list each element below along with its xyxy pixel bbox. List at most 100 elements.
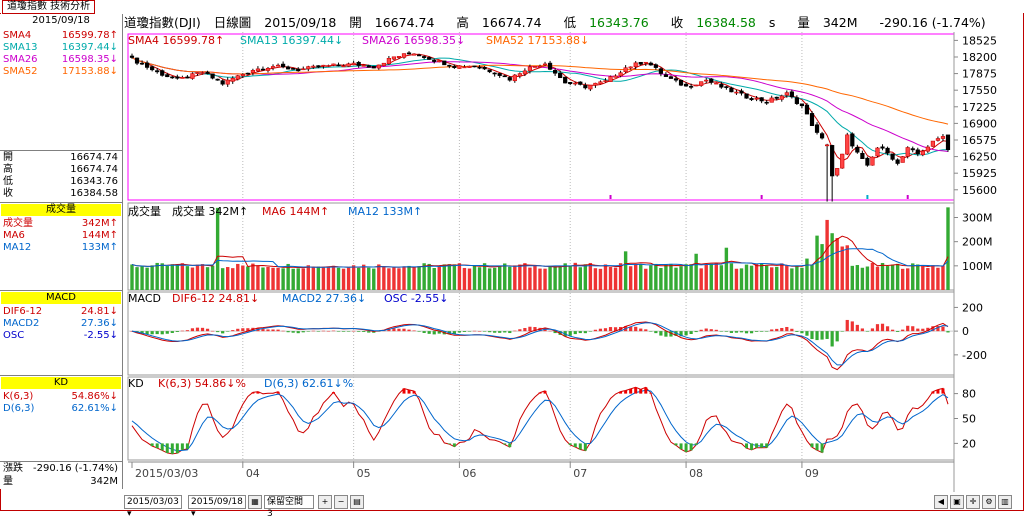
volume-bar bbox=[236, 263, 240, 290]
macd-osc-bar bbox=[885, 326, 890, 332]
candle-body bbox=[699, 81, 704, 86]
volume-bar bbox=[850, 265, 854, 290]
volume-bar bbox=[210, 265, 215, 290]
candle-body bbox=[316, 65, 321, 68]
volume-bar bbox=[548, 265, 552, 290]
volume-bar bbox=[367, 267, 371, 290]
left-info-panel: 2015/09/18 SMA4 16599.78↑ SMA13 16397.44↓ SM… bbox=[0, 14, 123, 489]
candle-body bbox=[704, 79, 709, 82]
close-value: 16384.58 bbox=[696, 15, 756, 30]
candle-body bbox=[381, 62, 386, 66]
vol-label: 量 bbox=[797, 15, 810, 30]
candle-body bbox=[799, 103, 805, 107]
candle-body bbox=[281, 63, 286, 68]
candle-body bbox=[205, 71, 210, 74]
candle-body bbox=[200, 72, 205, 74]
settings-icon[interactable]: ⚙ bbox=[982, 495, 996, 509]
macd-osc-bar bbox=[901, 329, 905, 332]
low-label: 低 bbox=[563, 15, 577, 30]
candle-body bbox=[487, 69, 492, 73]
volume-bar bbox=[417, 266, 421, 290]
ohlc-section: 開 16674.74 高 16674.74 低 16343.76 收 16384.58 bbox=[0, 151, 122, 203]
candle-body bbox=[250, 70, 255, 73]
candle-body bbox=[578, 81, 583, 85]
candle-body bbox=[774, 96, 779, 99]
x-tick-label: 2015/03/03 bbox=[135, 467, 198, 480]
event-marker bbox=[866, 195, 869, 199]
macd-osc-bar bbox=[739, 331, 744, 333]
macd-dif-label: DIF6-12 24.81↓ bbox=[172, 292, 260, 305]
select-tool-icon[interactable]: ▣ bbox=[950, 495, 964, 509]
macd-osc-bar bbox=[362, 331, 366, 332]
macd-ytick-label: 0 bbox=[962, 325, 969, 338]
candle-body bbox=[593, 82, 598, 86]
volume-section-title: 成交量 bbox=[1, 204, 121, 216]
reserve-space-field[interactable]: 保留空間 3 bbox=[264, 495, 314, 519]
macd-ytick-label: 200 bbox=[962, 301, 983, 314]
macd-osc-bar bbox=[281, 330, 285, 332]
candle-body bbox=[875, 147, 880, 157]
candle-body bbox=[890, 153, 895, 160]
volume-bar bbox=[185, 266, 190, 290]
volume-bar bbox=[427, 263, 431, 290]
volume-bar bbox=[719, 265, 724, 290]
price-sma26-label: SMA26 16598.35↓ bbox=[362, 34, 466, 47]
candle-body bbox=[558, 72, 563, 79]
candle-body bbox=[311, 65, 316, 68]
candle-body bbox=[598, 81, 603, 85]
scroll-left-icon[interactable]: ◀ bbox=[934, 495, 948, 509]
crosshair-icon[interactable]: ✛ bbox=[966, 495, 980, 509]
macd-osc-bar bbox=[412, 330, 416, 332]
macd-osc-bar bbox=[200, 327, 205, 332]
candle-body bbox=[588, 84, 593, 90]
price-ytick-label: 17875 bbox=[962, 68, 997, 81]
ohlc-label: 低 bbox=[3, 176, 13, 187]
volume-bar bbox=[855, 265, 860, 290]
volume-bar bbox=[447, 264, 452, 290]
volume-bar bbox=[412, 266, 416, 290]
start-date-select[interactable]: 2015/03/03 ▾ bbox=[124, 495, 182, 519]
candle-body bbox=[301, 68, 306, 71]
macd-osc-bar bbox=[760, 331, 764, 332]
chart-area[interactable]: 2015/03/03 04 05 06 07 08 09 18525 18200 17875 175… bbox=[124, 32, 1022, 492]
macd-osc-bar bbox=[175, 331, 179, 332]
candle-body bbox=[240, 74, 245, 77]
volume-panel-title: 成交量 bbox=[128, 205, 161, 218]
candle-body bbox=[608, 76, 613, 82]
zoom-out-icon[interactable]: − bbox=[334, 495, 348, 509]
volume-bar bbox=[639, 264, 643, 290]
volume-bar bbox=[226, 267, 230, 290]
candle-body bbox=[296, 68, 301, 72]
grid-icon[interactable]: ▤ bbox=[350, 495, 364, 509]
macd-osc-bar bbox=[719, 331, 723, 332]
volume-bar bbox=[130, 264, 134, 290]
ohlc-value-text: 16674.74 bbox=[70, 152, 118, 163]
app-tab[interactable]: 道瓊指數 技術分析 bbox=[2, 0, 96, 14]
arrow-icon: ↓ bbox=[109, 66, 118, 77]
macd-label: MACD2 bbox=[3, 318, 40, 329]
candle-body bbox=[547, 62, 553, 70]
sma-row: SMA13 16397.44↓ bbox=[3, 42, 118, 54]
candle-body bbox=[563, 76, 568, 84]
candle-body bbox=[900, 156, 905, 163]
volume-bar bbox=[437, 265, 441, 290]
volume-bar bbox=[432, 267, 436, 290]
print-icon[interactable]: ▥ bbox=[998, 495, 1012, 509]
calendar-icon[interactable]: ▦ bbox=[248, 495, 262, 509]
volume-bar bbox=[664, 263, 668, 290]
end-date-select[interactable]: 2015/09/18 ▾ bbox=[188, 495, 246, 519]
volume-bar bbox=[392, 267, 396, 290]
macd-osc-bar bbox=[231, 330, 235, 332]
macd-osc-bar bbox=[397, 328, 401, 332]
candle-body bbox=[845, 134, 850, 155]
volume-bar bbox=[407, 265, 411, 290]
kd-line-d bbox=[131, 389, 949, 452]
macd-value-text: -2.55 bbox=[83, 330, 110, 341]
arrow-icon: ↑ bbox=[109, 230, 118, 241]
volume-bar bbox=[906, 268, 910, 290]
zoom-in-icon[interactable]: + bbox=[318, 495, 332, 509]
kd-value: 54.86%↓ bbox=[71, 391, 118, 403]
arrow-icon: ↓ bbox=[109, 391, 118, 402]
volume-bar bbox=[296, 268, 300, 290]
candle-body bbox=[633, 62, 638, 68]
